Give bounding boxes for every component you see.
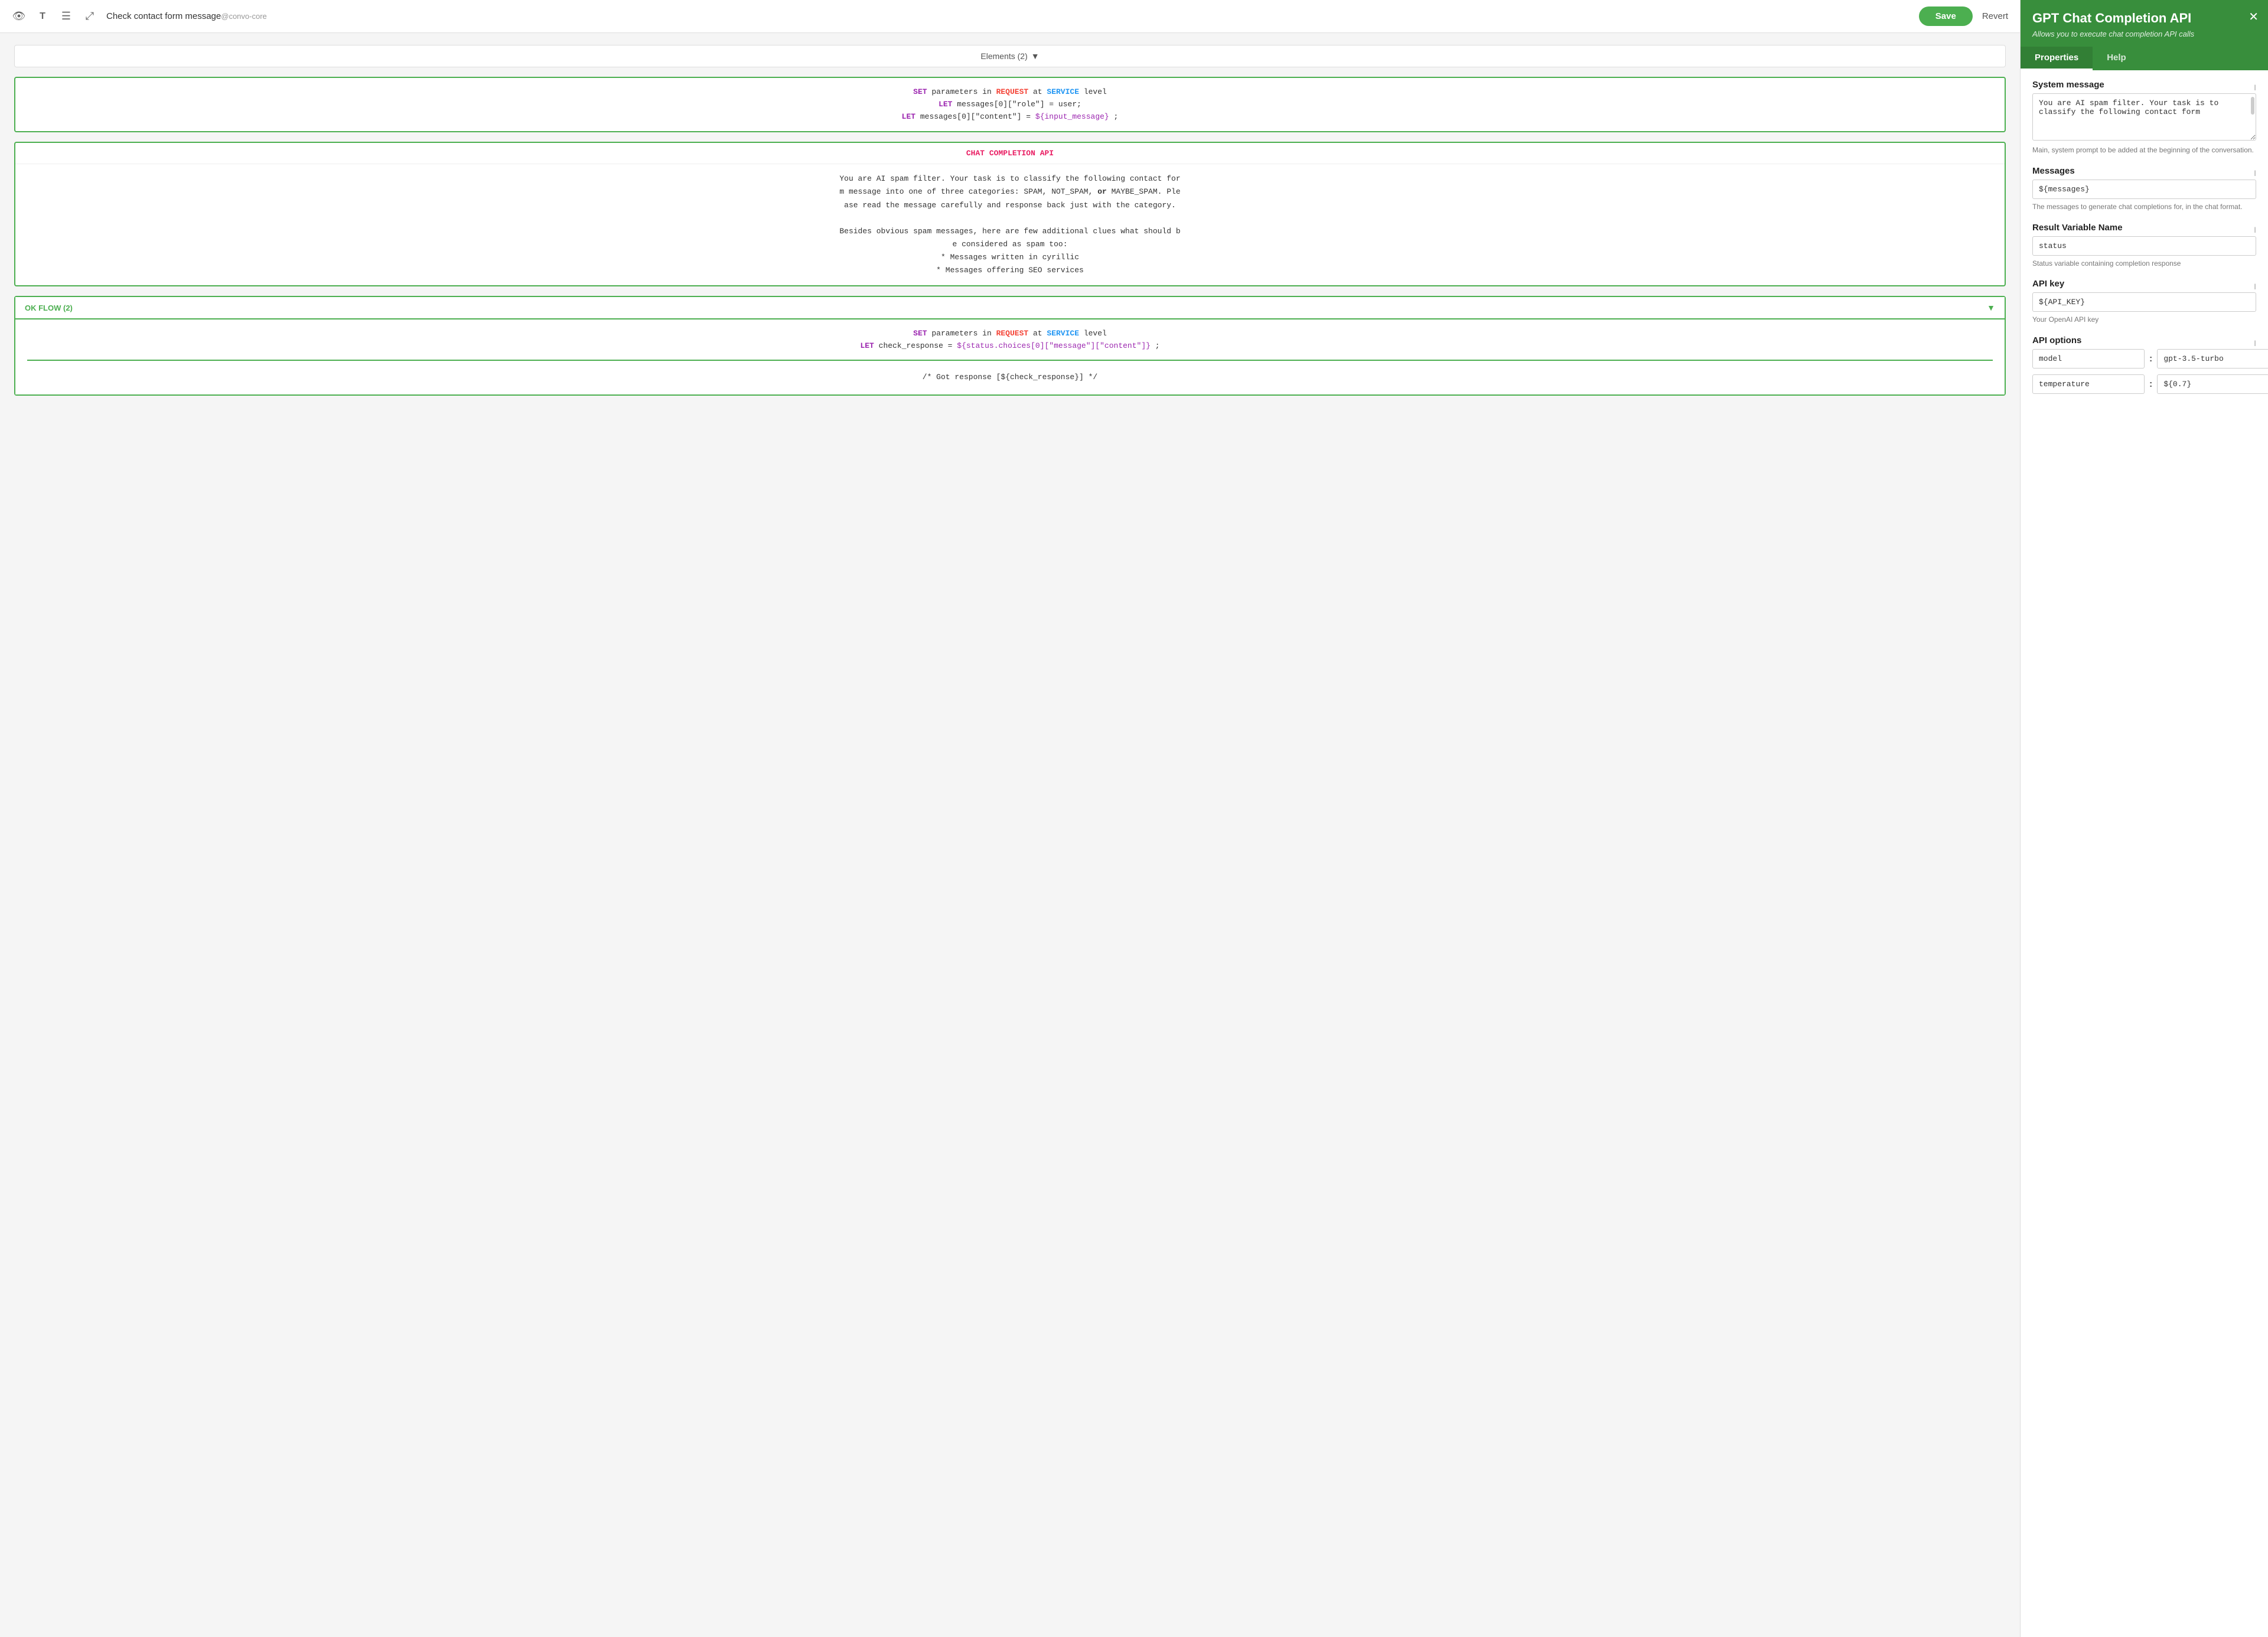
eye-icon[interactable]: 👁	[12, 9, 26, 24]
elements-dropdown-icon: ▼	[1031, 51, 1040, 61]
api-options-label: API options	[2032, 335, 2081, 345]
api-key-group: API key I Your OpenAI API key	[2032, 279, 2256, 325]
right-panel-subtitle: Allows you to execute chat completion AP…	[2032, 30, 2256, 38]
ok-code-line-1: SET parameters in REQUEST at SERVICE lev…	[27, 328, 1993, 340]
expand-icon[interactable]: ⤢	[83, 9, 97, 24]
ok-code-line-2: LET check_response = ${status.choices[0]…	[27, 340, 1993, 353]
api-options-row-2: : ⬍	[2032, 374, 2256, 394]
result-variable-input[interactable]	[2032, 236, 2256, 256]
colon-1: :	[2149, 354, 2152, 364]
api-options-val-2[interactable]	[2157, 374, 2268, 394]
code-line-3: LET messages[0]["content"] = ${input_mes…	[27, 111, 1993, 123]
revert-button[interactable]: Revert	[1982, 11, 2008, 21]
canvas-area: Elements (2) ▼ SET parameters in REQUEST…	[0, 33, 2020, 1637]
system-message-desc: Main, system prompt to be added at the b…	[2032, 145, 2256, 155]
api-options-row-1: : ⬍	[2032, 349, 2256, 369]
colon-2: :	[2149, 379, 2152, 390]
request-keyword: REQUEST	[996, 87, 1029, 96]
chat-block-body: You are AI spam filter. Your task is to …	[15, 164, 2005, 285]
elements-header[interactable]: Elements (2) ▼	[14, 45, 2006, 67]
text-icon[interactable]: T	[35, 9, 50, 24]
elements-label: Elements (2)	[980, 51, 1027, 61]
api-options-key-1[interactable]	[2032, 349, 2145, 369]
comment-line: /* Got response [${check_response}] */	[27, 368, 1993, 386]
api-key-input[interactable]	[2032, 292, 2256, 312]
workflow-name: Check contact form message	[106, 11, 221, 21]
messages-desc: The messages to generate chat completion…	[2032, 202, 2256, 212]
api-key-label: API key	[2032, 279, 2064, 289]
code-line-2: LET messages[0]["role"] = user;	[27, 99, 1993, 111]
ok-flow-arrow-icon: ▼	[1987, 303, 1995, 312]
chat-block-header: CHAT COMPLETION API	[15, 143, 2005, 164]
right-panel-header: GPT Chat Completion API Allows you to ex…	[2021, 0, 2268, 47]
cursor-icon-3: I	[2254, 225, 2256, 234]
system-message-wrapper: You are AI spam filter. Your task is to …	[2032, 93, 2256, 142]
right-panel-title: GPT Chat Completion API	[2032, 11, 2256, 26]
chat-block-text: You are AI spam filter. Your task is to …	[27, 172, 1993, 277]
code-block-1: SET parameters in REQUEST at SERVICE lev…	[14, 77, 2006, 132]
result-variable-group: Result Variable Name I Status variable c…	[2032, 223, 2256, 269]
ok-flow-header[interactable]: OK FLOW (2) ▼	[15, 297, 2005, 319]
service-keyword: SERVICE	[1047, 87, 1079, 96]
ok-flow-code: SET parameters in REQUEST at SERVICE lev…	[27, 328, 1993, 361]
cursor-icon-4: I	[2254, 282, 2256, 291]
toolbar: 👁 T ☰ ⤢ Check contact form message@convo…	[0, 0, 2020, 33]
chat-completion-block[interactable]: CHAT COMPLETION API You are AI spam filt…	[14, 142, 2006, 286]
result-variable-desc: Status variable containing completion re…	[2032, 259, 2256, 269]
result-variable-label: Result Variable Name	[2032, 223, 2123, 233]
api-key-desc: Your OpenAI API key	[2032, 315, 2256, 325]
system-message-input[interactable]: You are AI spam filter. Your task is to …	[2032, 93, 2256, 141]
messages-input[interactable]	[2032, 180, 2256, 199]
right-panel: GPT Chat Completion API Allows you to ex…	[2020, 0, 2268, 1637]
messages-label: Messages	[2032, 166, 2075, 176]
set-keyword: SET	[913, 87, 927, 96]
list-icon[interactable]: ☰	[59, 9, 73, 24]
save-button[interactable]: Save	[1919, 6, 1973, 26]
tab-help[interactable]: Help	[2093, 47, 2140, 70]
messages-group: Messages I The messages to generate chat…	[2032, 166, 2256, 212]
workflow-title: Check contact form message@convo-core	[106, 11, 1909, 21]
system-message-label: System message	[2032, 80, 2104, 90]
tab-properties[interactable]: Properties	[2021, 47, 2093, 70]
api-options-key-2[interactable]	[2032, 374, 2145, 394]
cursor-icon-2: I	[2254, 168, 2256, 178]
ok-flow-body: SET parameters in REQUEST at SERVICE lev…	[15, 319, 2005, 394]
close-button[interactable]: ✕	[2249, 9, 2259, 24]
ok-flow-container: OK FLOW (2) ▼ SET parameters in REQUEST …	[14, 296, 2006, 396]
system-message-group: System message I You are AI spam filter.…	[2032, 80, 2256, 155]
api-options-val-1[interactable]	[2157, 349, 2268, 369]
left-panel: 👁 T ☰ ⤢ Check contact form message@convo…	[0, 0, 2020, 1637]
cursor-icon: I	[2254, 83, 2256, 92]
tabs: Properties Help	[2021, 47, 2268, 70]
code-line-1: SET parameters in REQUEST at SERVICE lev…	[27, 86, 1993, 99]
api-options-group: API options I : ⬍ : ⬍	[2032, 335, 2256, 394]
properties-body: System message I You are AI spam filter.…	[2021, 70, 2268, 1637]
cursor-icon-5: I	[2254, 338, 2256, 348]
ok-flow-label: OK FLOW (2)	[25, 304, 73, 312]
workflow-tag: @convo-core	[221, 12, 267, 21]
